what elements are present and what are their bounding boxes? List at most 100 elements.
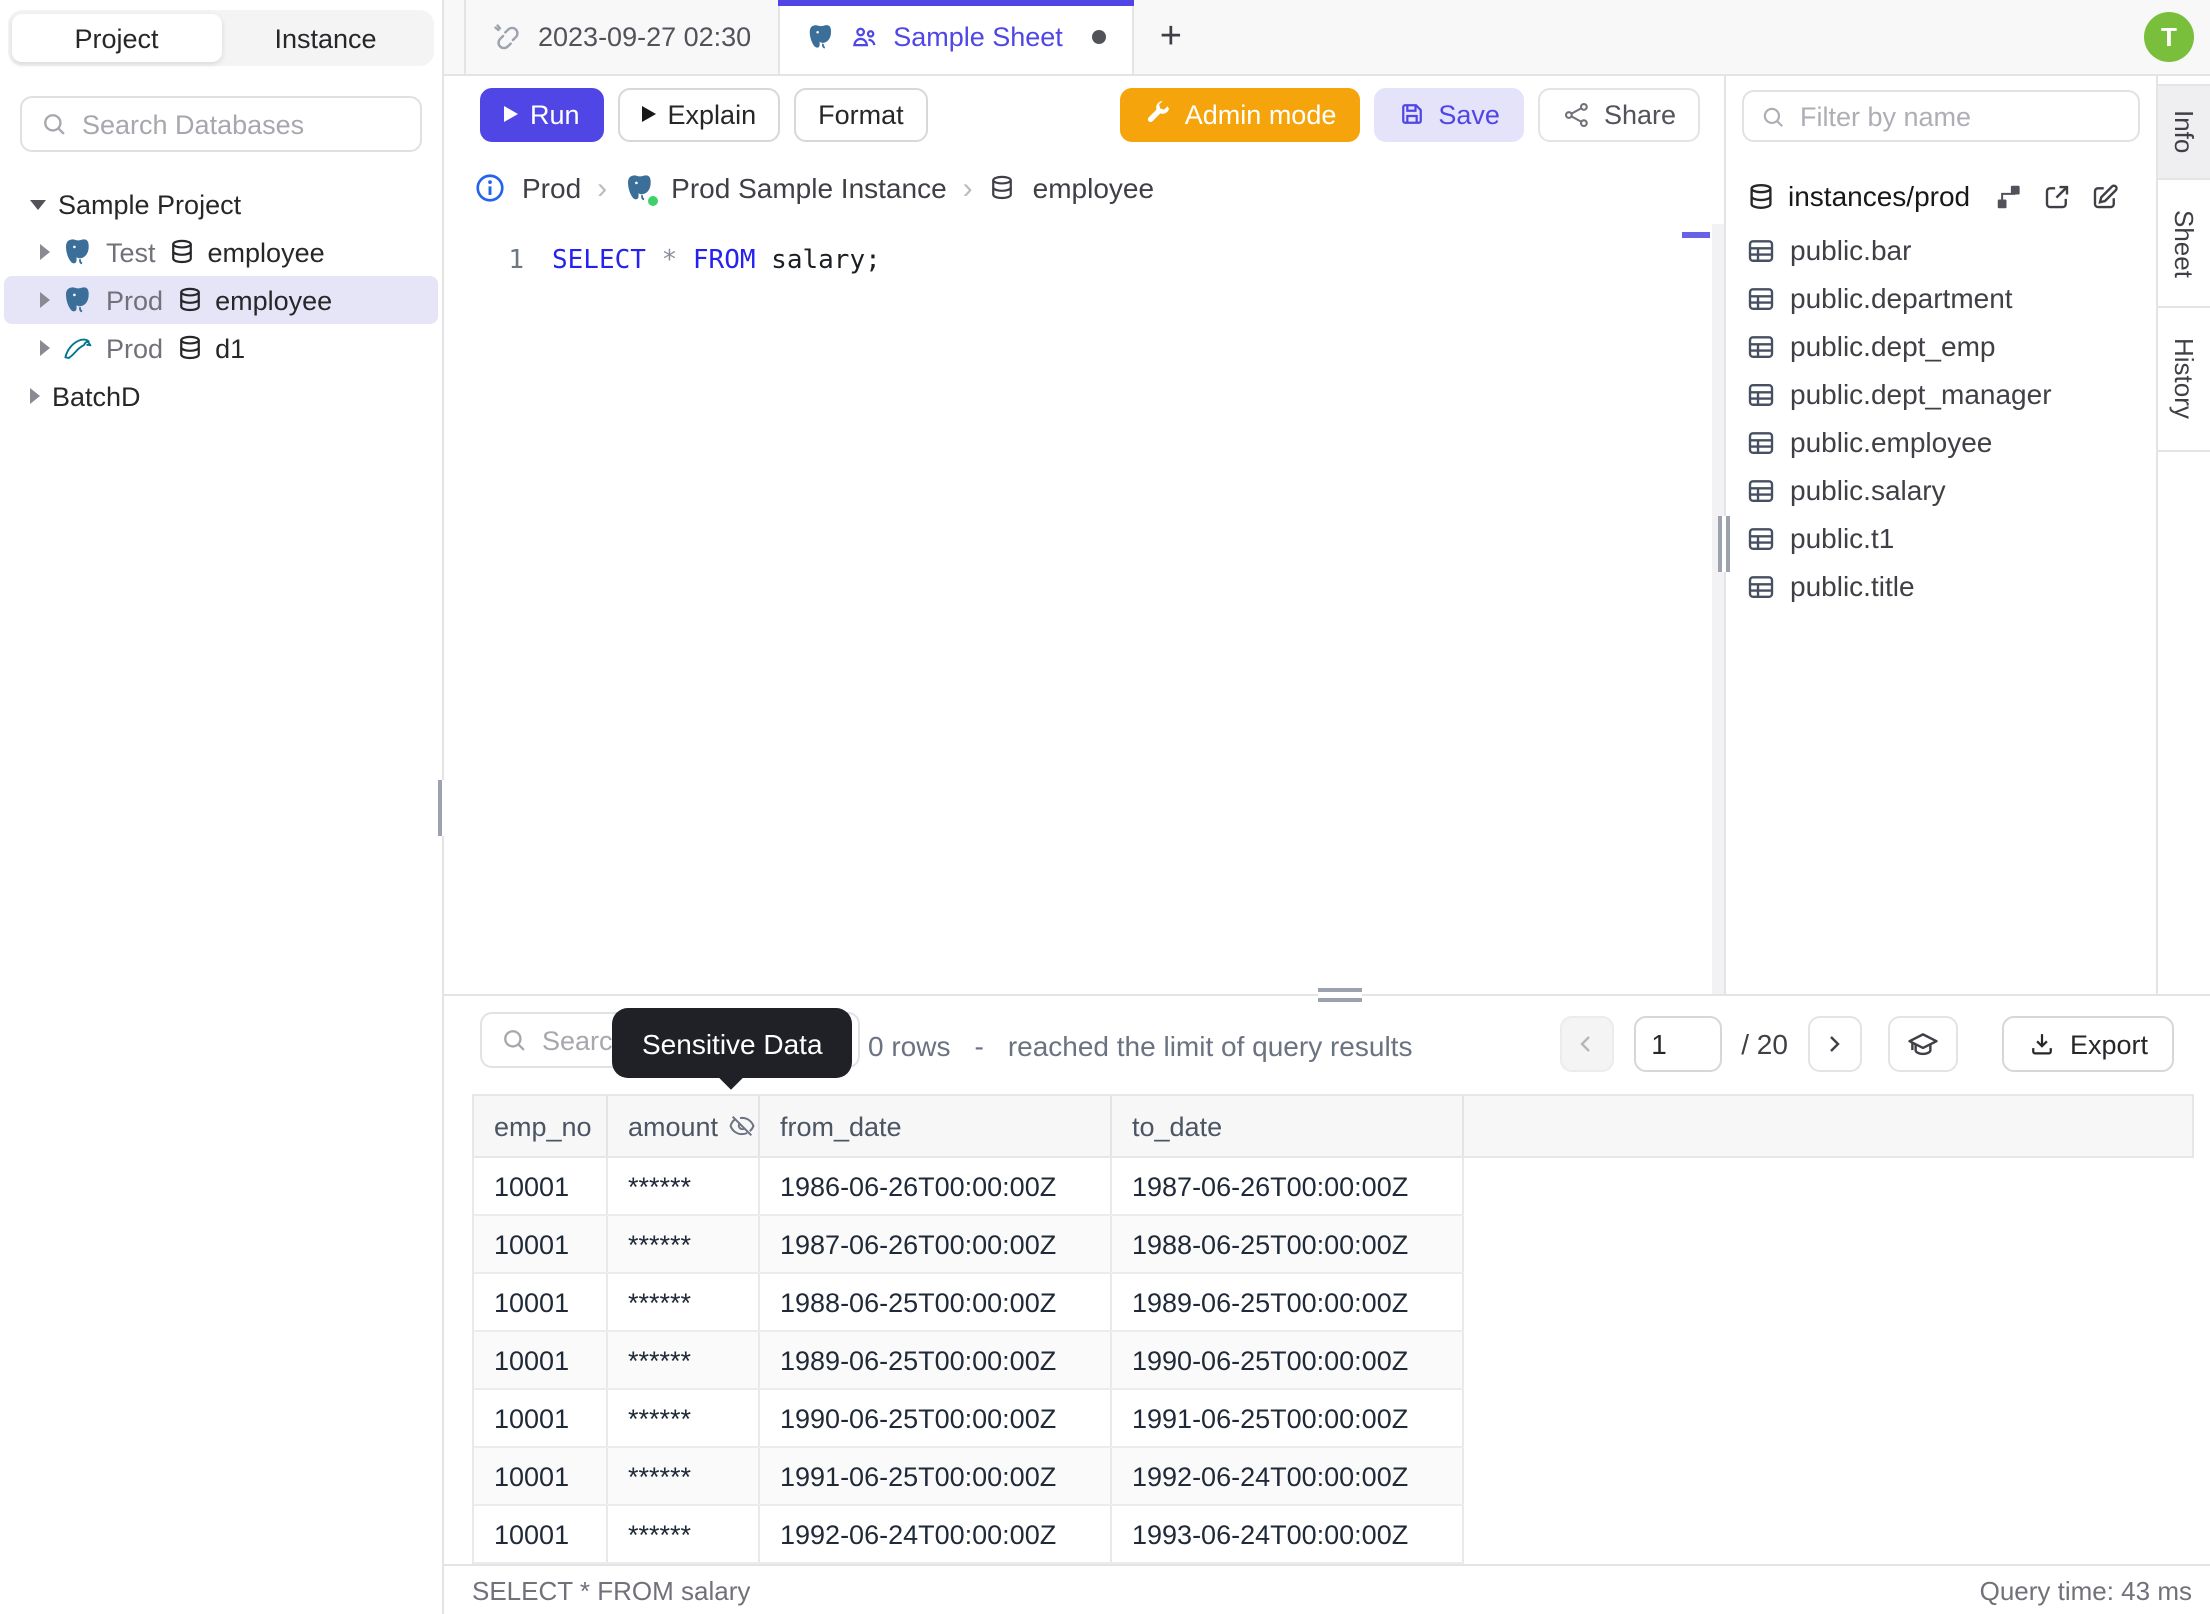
play-icon: [641, 106, 656, 122]
shared-people-icon: [849, 22, 879, 52]
schema-table-item[interactable]: public.t1: [1726, 514, 2156, 562]
run-button[interactable]: Run: [480, 87, 604, 141]
result-cell: 1990-06-25T00:00:00Z: [1112, 1332, 1464, 1388]
caret-right-icon: [40, 244, 50, 260]
top-bar: Project Instance 2023-09-27 02:30 Sample…: [0, 0, 2210, 76]
schema-resize-handle[interactable]: [1718, 516, 1730, 572]
table-icon: [1746, 427, 1776, 457]
new-sheet-button[interactable]: +: [1135, 0, 1207, 74]
database-icon: [168, 238, 196, 266]
page-number-input[interactable]: [1633, 1016, 1722, 1072]
result-cell: 1987-06-26T00:00:00Z: [760, 1216, 1112, 1272]
result-cell: 1989-06-25T00:00:00Z: [1112, 1274, 1464, 1330]
result-cell: 1988-06-25T00:00:00Z: [760, 1274, 1112, 1330]
side-tab-strip: Info Sheet History: [2156, 76, 2210, 994]
external-link-icon[interactable]: [2042, 181, 2072, 211]
result-row[interactable]: 10001 ****** 1987-06-26T00:00:00Z 1988-06-2…: [474, 1216, 1464, 1274]
sql-editor[interactable]: 1 SELECT * FROM salary;: [444, 224, 1724, 994]
result-rows: 10001 ****** 1986-06-26T00:00:00Z 1987-06-2…: [472, 1158, 1464, 1564]
tree-item-test-employee[interactable]: Test employee: [4, 228, 438, 276]
breadcrumb-instance[interactable]: Prod Sample Instance: [671, 172, 947, 204]
result-row[interactable]: 10001 ****** 1986-06-26T00:00:00Z 1987-06-2…: [474, 1158, 1464, 1216]
database-icon: [989, 174, 1017, 202]
tab-instance[interactable]: Instance: [221, 14, 430, 62]
column-header[interactable]: from_date: [760, 1096, 1112, 1156]
tree-item-prod-d1[interactable]: Prod d1: [4, 324, 438, 372]
sheet-tab-strip: 2023-09-27 02:30 Sample Sheet + T: [444, 0, 2210, 76]
database-icon: [175, 286, 203, 314]
share-button[interactable]: Share: [1537, 87, 1700, 141]
result-row[interactable]: 10001 ****** 1992-06-24T00:00:00Z 1993-06-2…: [474, 1506, 1464, 1564]
info-icon[interactable]: [474, 172, 506, 204]
explain-button[interactable]: Explain: [617, 87, 781, 141]
result-cell: ******: [608, 1332, 760, 1388]
sidebar-header: Project Instance: [0, 0, 444, 76]
database-search[interactable]: Search Databases: [20, 96, 422, 152]
schema-table-item[interactable]: public.employee: [1726, 418, 2156, 466]
database-icon: [175, 334, 203, 362]
result-cell: 1987-06-26T00:00:00Z: [1112, 1158, 1464, 1214]
prev-page-button[interactable]: [1559, 1016, 1614, 1072]
next-page-button[interactable]: [1807, 1016, 1862, 1072]
column-header[interactable]: to_date: [1112, 1096, 1464, 1156]
database-name: d1: [215, 333, 246, 363]
wrench-icon: [1145, 100, 1173, 128]
sql-identifier: salary;: [755, 246, 881, 276]
caret-down-icon: [30, 199, 46, 209]
schema-diagram-icon[interactable]: [1994, 181, 2024, 211]
row-count: 0 rows: [868, 1029, 951, 1061]
schema-table-item[interactable]: public.dept_emp: [1726, 322, 2156, 370]
result-row[interactable]: 10001 ****** 1988-06-25T00:00:00Z 1989-06-2…: [474, 1274, 1464, 1332]
column-header[interactable]: emp_no: [474, 1096, 608, 1156]
editor-overview-ruler[interactable]: [1712, 224, 1724, 994]
tab-project[interactable]: Project: [12, 14, 221, 62]
tree-project-root[interactable]: Sample Project: [4, 180, 438, 228]
caret-right-icon: [40, 292, 50, 308]
export-button[interactable]: Export: [2001, 1016, 2174, 1072]
tree-item-prod-employee[interactable]: Prod employee: [4, 276, 438, 324]
pagination: / 20 Export: [1559, 1016, 2174, 1072]
instance-online-dot: [645, 194, 660, 208]
cursor-ruler-mark: [1682, 232, 1710, 238]
admin-mode-button[interactable]: Admin mode: [1120, 87, 1361, 141]
learn-button[interactable]: [1887, 1016, 1958, 1072]
result-row[interactable]: 10001 ****** 1989-06-25T00:00:00Z 1990-06-2…: [474, 1332, 1464, 1390]
result-row[interactable]: 10001 ****** 1991-06-25T00:00:00Z 1992-06-2…: [474, 1448, 1464, 1506]
schema-table-item[interactable]: public.salary: [1726, 466, 2156, 514]
column-header-masked[interactable]: amount: [608, 1096, 760, 1156]
run-label: Run: [530, 99, 580, 129]
side-tab-info[interactable]: Info: [2158, 84, 2210, 180]
table-icon: [1746, 475, 1776, 505]
eye-off-icon: [728, 1112, 756, 1140]
sheet-tab-active[interactable]: Sample Sheet: [777, 0, 1135, 74]
page-total: / 20: [1741, 1028, 1788, 1060]
user-avatar[interactable]: T: [2144, 12, 2194, 62]
side-tab-history[interactable]: History: [2158, 308, 2210, 452]
schema-database-row[interactable]: instances/prod: [1726, 166, 2156, 226]
database-name: employee: [215, 285, 333, 315]
breadcrumb-environment[interactable]: Prod: [522, 172, 581, 204]
save-button[interactable]: Save: [1374, 87, 1524, 141]
schema-table-item[interactable]: public.dept_manager: [1726, 370, 2156, 418]
environment-label: Prod: [106, 333, 164, 363]
sheet-tab-unsaved[interactable]: 2023-09-27 02:30: [464, 0, 780, 74]
postgresql-icon: [62, 284, 94, 316]
code-line: 1 SELECT * FROM salary;: [444, 224, 1724, 280]
result-cell: 10001: [474, 1274, 608, 1330]
format-button[interactable]: Format: [794, 87, 928, 141]
sql-editor-app: Project Instance 2023-09-27 02:30 Sample…: [0, 0, 2210, 1614]
table-icon: [1746, 331, 1776, 361]
schema-filter-input[interactable]: Filter by name: [1742, 90, 2140, 142]
search-placeholder: Search Databases: [82, 109, 305, 139]
breadcrumb-database[interactable]: employee: [1033, 172, 1154, 204]
side-tab-sheet[interactable]: Sheet: [2158, 180, 2210, 308]
status-bar: SELECT * FROM salary Query time: 43 ms: [444, 1564, 2210, 1614]
schema-table-item[interactable]: public.bar: [1726, 226, 2156, 274]
search-icon: [500, 1026, 528, 1054]
schema-table-item[interactable]: public.department: [1726, 274, 2156, 322]
tree-batch-root[interactable]: BatchD: [4, 372, 438, 420]
schema-table-item[interactable]: public.title: [1726, 562, 2156, 610]
edit-icon[interactable]: [2090, 181, 2120, 211]
result-row[interactable]: 10001 ****** 1990-06-25T00:00:00Z 1991-06-2…: [474, 1390, 1464, 1448]
executed-statement: SELECT * FROM salary: [472, 1575, 751, 1605]
